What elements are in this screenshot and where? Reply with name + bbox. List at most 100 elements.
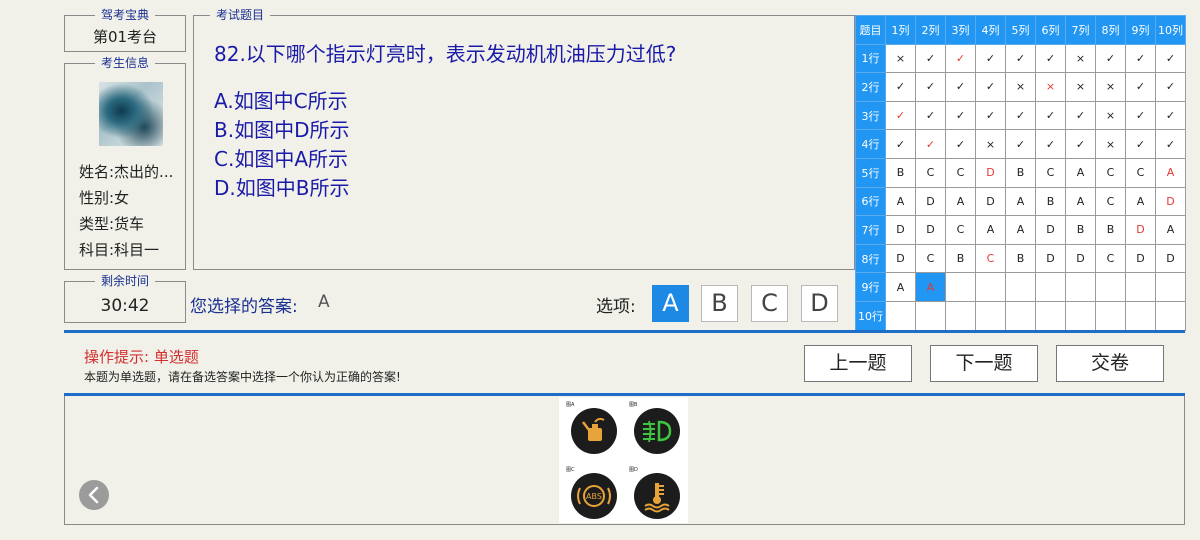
choice-d-button[interactable]: D	[801, 285, 838, 322]
grid-cell[interactable]: C	[1125, 157, 1156, 188]
grid-cell[interactable]: D	[885, 243, 916, 274]
grid-cell[interactable]: ✓	[1155, 100, 1186, 131]
grid-cell[interactable]: ✓	[1065, 100, 1096, 131]
grid-cell[interactable]: D	[975, 186, 1006, 217]
grid-cell[interactable]: ✓	[1125, 43, 1156, 74]
grid-cell[interactable]	[945, 272, 976, 302]
grid-cell[interactable]: A	[1005, 186, 1036, 217]
grid-cell[interactable]: C	[945, 157, 976, 188]
grid-cell[interactable]: B	[885, 157, 916, 188]
grid-cell[interactable]: ✓	[1125, 100, 1156, 131]
choice-c-button[interactable]: C	[751, 285, 788, 322]
grid-cell[interactable]: ✓	[1125, 72, 1156, 102]
grid-cell[interactable]: ✓	[1155, 72, 1186, 102]
grid-cell[interactable]	[945, 300, 976, 331]
grid-cell[interactable]: ✓	[885, 100, 916, 131]
grid-cell[interactable]: A	[1065, 157, 1096, 188]
grid-cell[interactable]	[1035, 272, 1066, 302]
grid-cell[interactable]: D	[1065, 243, 1096, 274]
grid-cell[interactable]: A	[915, 272, 946, 302]
grid-cell[interactable]: D	[915, 215, 946, 245]
grid-cell[interactable]: ✓	[1035, 100, 1066, 131]
grid-cell[interactable]: A	[885, 272, 916, 302]
grid-cell[interactable]: ✓	[1155, 129, 1186, 159]
grid-cell[interactable]: ✓	[945, 72, 976, 102]
grid-cell[interactable]: ✓	[975, 100, 1006, 131]
grid-cell[interactable]: D	[1035, 215, 1066, 245]
grid-cell[interactable]: B	[1005, 243, 1036, 274]
grid-cell[interactable]: ×	[1005, 72, 1036, 102]
grid-cell[interactable]: C	[915, 243, 946, 274]
grid-cell[interactable]: B	[1065, 215, 1096, 245]
grid-cell[interactable]	[1035, 300, 1066, 331]
grid-cell[interactable]	[1155, 272, 1186, 302]
grid-cell[interactable]: ✓	[915, 100, 946, 131]
choice-a-button[interactable]: A	[652, 285, 689, 322]
grid-cell[interactable]	[975, 300, 1006, 331]
grid-cell[interactable]: D	[885, 215, 916, 245]
grid-cell[interactable]: ✓	[1005, 129, 1036, 159]
grid-cell[interactable]: ✓	[945, 43, 976, 74]
grid-cell[interactable]: A	[1125, 186, 1156, 217]
grid-cell[interactable]: ✓	[885, 129, 916, 159]
grid-cell[interactable]: ✓	[975, 72, 1006, 102]
grid-cell[interactable]: ✓	[915, 72, 946, 102]
grid-cell[interactable]: C	[945, 215, 976, 245]
grid-cell[interactable]: ✓	[945, 129, 976, 159]
grid-cell[interactable]: ✓	[1005, 100, 1036, 131]
grid-cell[interactable]	[1095, 272, 1126, 302]
grid-cell[interactable]: ×	[1065, 43, 1096, 74]
grid-cell[interactable]: ×	[1035, 72, 1066, 102]
grid-cell[interactable]: B	[1095, 215, 1126, 245]
grid-cell[interactable]: ✓	[885, 72, 916, 102]
submit-exam-button[interactable]: 交卷	[1056, 345, 1164, 382]
grid-cell[interactable]: C	[1095, 157, 1126, 188]
grid-cell[interactable]	[1005, 272, 1036, 302]
grid-cell[interactable]	[915, 300, 946, 331]
grid-cell[interactable]	[885, 300, 916, 331]
grid-cell[interactable]	[975, 272, 1006, 302]
grid-cell[interactable]: B	[1035, 186, 1066, 217]
grid-cell[interactable]	[1125, 272, 1156, 302]
next-question-button[interactable]: 下一题	[930, 345, 1038, 382]
grid-cell[interactable]: D	[1155, 186, 1186, 217]
grid-cell[interactable]: C	[1095, 243, 1126, 274]
grid-cell[interactable]: ✓	[1005, 43, 1036, 74]
grid-cell[interactable]: C	[1035, 157, 1066, 188]
grid-cell[interactable]: D	[975, 157, 1006, 188]
grid-cell[interactable]: ✓	[1065, 129, 1096, 159]
grid-cell[interactable]	[1125, 300, 1156, 331]
grid-cell[interactable]: D	[1125, 215, 1156, 245]
grid-cell[interactable]: D	[1035, 243, 1066, 274]
grid-cell[interactable]: A	[1155, 215, 1186, 245]
back-arrow-icon[interactable]	[79, 480, 109, 510]
grid-cell[interactable]: C	[975, 243, 1006, 274]
grid-cell[interactable]	[1005, 300, 1036, 331]
grid-cell[interactable]: D	[915, 186, 946, 217]
grid-cell[interactable]: ✓	[1035, 43, 1066, 74]
grid-cell[interactable]: ✓	[945, 100, 976, 131]
grid-cell[interactable]: ✓	[915, 129, 946, 159]
grid-cell[interactable]: ✓	[1155, 43, 1186, 74]
grid-cell[interactable]: ×	[1095, 100, 1126, 131]
grid-cell[interactable]	[1065, 272, 1096, 302]
grid-cell[interactable]: A	[1005, 215, 1036, 245]
grid-cell[interactable]: A	[885, 186, 916, 217]
grid-cell[interactable]: ×	[1095, 72, 1126, 102]
grid-cell[interactable]: C	[1095, 186, 1126, 217]
grid-cell[interactable]: ×	[1065, 72, 1096, 102]
choice-b-button[interactable]: B	[701, 285, 738, 322]
prev-question-button[interactable]: 上一题	[804, 345, 912, 382]
grid-cell[interactable]: ×	[1095, 129, 1126, 159]
grid-cell[interactable]: C	[915, 157, 946, 188]
grid-cell[interactable]: ✓	[1035, 129, 1066, 159]
grid-cell[interactable]: B	[1005, 157, 1036, 188]
grid-cell[interactable]: A	[1065, 186, 1096, 217]
grid-cell[interactable]: ✓	[1125, 129, 1156, 159]
grid-cell[interactable]: B	[945, 243, 976, 274]
grid-cell[interactable]: D	[1125, 243, 1156, 274]
grid-cell[interactable]: ✓	[915, 43, 946, 74]
grid-cell[interactable]: ×	[975, 129, 1006, 159]
grid-cell[interactable]: ×	[885, 43, 916, 74]
grid-cell[interactable]: A	[945, 186, 976, 217]
